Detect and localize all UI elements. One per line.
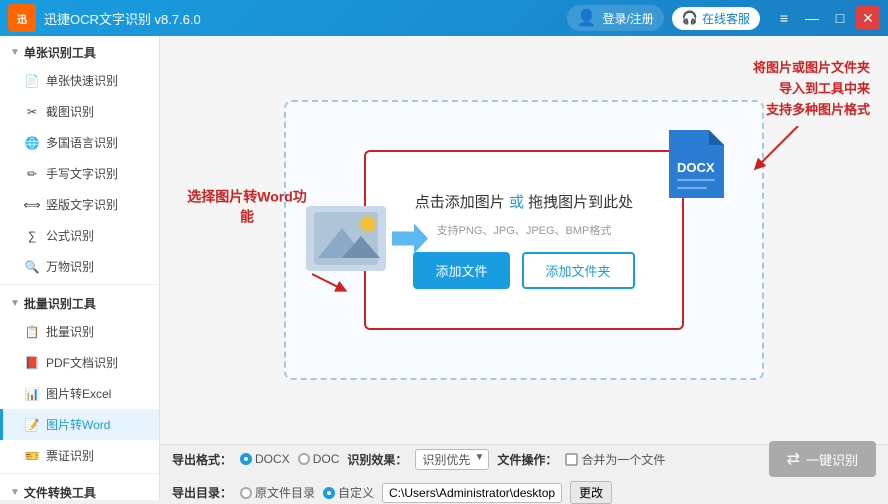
section2-title: 批量识别工具: [24, 295, 96, 312]
globe-icon: 🌐: [24, 135, 40, 151]
batch-icon: 📋: [24, 324, 40, 340]
radio-custom-dot: [323, 487, 335, 499]
app-title: 迅捷OCR文字识别 v8.7.6.0: [44, 9, 567, 28]
one-click-button[interactable]: ⇄ 一键识别: [769, 441, 876, 477]
bottom-bar: 导出格式： DOCX DOC 识别效果： 识别优先 ▼ 文件操作： 合并: [160, 444, 888, 500]
app-logo: 迅: [8, 4, 36, 32]
chevron-down-icon: ▼: [10, 47, 20, 58]
drop-zone-buttons: 添加文件 添加文件夹: [413, 252, 634, 289]
convert-arrow-icon: [392, 224, 428, 257]
pdf-icon: 📕: [24, 355, 40, 371]
docx-preview: DOCX: [669, 130, 724, 201]
sidebar-section-single[interactable]: ▼ 单张识别工具: [0, 36, 159, 65]
sidebar-item-formula[interactable]: ∑ 公式识别: [0, 220, 159, 251]
radio-original-dot: [240, 487, 252, 499]
section1-title: 单张识别工具: [24, 44, 96, 61]
word-icon: 📝: [24, 417, 40, 433]
title-bar: 迅 迅捷OCR文字识别 v8.7.6.0 👤 登录/注册 🎧 在线客服 ≡ — …: [0, 0, 888, 36]
sidebar-section-batch[interactable]: ▼ 批量识别工具: [0, 287, 159, 316]
sidebar-item-ticket[interactable]: 🎫 票证识别: [0, 440, 159, 471]
checkbox-merge[interactable]: 合并为一个文件: [565, 451, 665, 468]
window-controls: ≡ — □ ✕: [772, 6, 880, 30]
text-vertical-icon: ⟺: [24, 197, 40, 213]
menu-icon[interactable]: ≡: [772, 6, 796, 30]
user-login-label: 登录/注册: [602, 10, 653, 27]
radio-docx-dot: [240, 453, 252, 465]
add-file-button[interactable]: 添加文件: [413, 252, 509, 289]
sidebar-item-all[interactable]: 🔍 万物识别: [0, 251, 159, 282]
radio-doc-dot: [298, 453, 310, 465]
service-label: 在线客服: [702, 10, 750, 27]
section3-title: 文件转换工具: [24, 484, 96, 500]
effect-select[interactable]: 识别优先 ▼: [415, 449, 489, 470]
export-row: 导出格式： DOCX DOC 识别效果： 识别优先 ▼ 文件操作： 合并: [172, 441, 876, 477]
user-login-button[interactable]: 👤 登录/注册: [567, 5, 664, 31]
doc-icon: 📄: [24, 73, 40, 89]
divider1: [0, 284, 159, 285]
arrow-left-svg: [312, 269, 352, 299]
radio-original[interactable]: 原文件目录: [240, 484, 315, 501]
file-op-label: 文件操作：: [497, 451, 557, 468]
sidebar-item-handwriting[interactable]: ✏ 手写文字识别: [0, 158, 159, 189]
all-icon: 🔍: [24, 259, 40, 275]
drop-zone-main-text: 点击添加图片 或 拖拽图片到此处: [415, 191, 633, 212]
content-area: 选择图片转Word功能: [160, 36, 888, 500]
sidebar-item-quick[interactable]: 📄 单张快速识别: [0, 65, 159, 96]
divider2: [0, 473, 159, 474]
radio-docx[interactable]: DOCX: [240, 452, 290, 466]
main-content: 选择图片转Word功能: [160, 36, 888, 444]
formula-icon: ∑: [24, 228, 40, 244]
output-label: 导出目录：: [172, 484, 232, 501]
chevron-down-icon3: ▼: [10, 487, 20, 498]
minimize-button[interactable]: —: [800, 6, 824, 30]
effect-label: 识别效果：: [347, 451, 407, 468]
sidebar-section-convert[interactable]: ▼ 文件转换工具: [0, 476, 159, 500]
checkbox-merge-box: [565, 453, 578, 466]
sidebar-item-img2excel[interactable]: 📊 图片转Excel: [0, 378, 159, 409]
main-layout: ▼ 单张识别工具 📄 单张快速识别 ✂ 截图识别 🌐 多国语言识别 ✏ 手写文字…: [0, 36, 888, 500]
online-service-button[interactable]: 🎧 在线客服: [672, 7, 760, 30]
ticket-icon: 🎫: [24, 448, 40, 464]
sidebar-item-pdf[interactable]: 📕 PDF文档识别: [0, 347, 159, 378]
drop-zone-sub-text: 支持PNG、JPG、JPEG、BMP格式: [437, 222, 612, 238]
drop-zone-outer[interactable]: DOCX 点击添加图片 或 拖拽图片到此处 支持PNG、JPG、JPEG、BMP…: [284, 100, 764, 380]
radio-custom[interactable]: 自定义: [323, 484, 374, 501]
sidebar-item-batch[interactable]: 📋 批量识别: [0, 316, 159, 347]
sidebar-item-vertical[interactable]: ⟺ 竖版文字识别: [0, 189, 159, 220]
arrow-right-svg: [748, 126, 808, 176]
change-path-button[interactable]: 更改: [570, 481, 612, 504]
radio-doc[interactable]: DOC: [298, 452, 340, 466]
sidebar-item-img2word[interactable]: 📝 图片转Word: [0, 409, 159, 440]
output-row: 导出目录： 原文件目录 自定义 更改: [172, 481, 876, 504]
scissors-icon: ✂: [24, 104, 40, 120]
annotation-left-text: 选择图片转Word功能: [182, 188, 312, 227]
image-placeholder: [306, 206, 386, 274]
annotation-right-text: 将图片或图片文件夹 导入到工具中来 支持多种图片格式: [753, 58, 870, 120]
sidebar-item-multilang[interactable]: 🌐 多国语言识别: [0, 127, 159, 158]
close-button[interactable]: ✕: [856, 6, 880, 30]
export-label: 导出格式：: [172, 451, 232, 468]
svg-text:DOCX: DOCX: [677, 160, 715, 175]
chevron-down-icon2: ▼: [10, 298, 20, 309]
add-folder-button[interactable]: 添加文件夹: [522, 252, 635, 289]
pen-icon: ✏: [24, 166, 40, 182]
excel-icon: 📊: [24, 386, 40, 402]
maximize-button[interactable]: □: [828, 6, 852, 30]
sidebar: ▼ 单张识别工具 📄 单张快速识别 ✂ 截图识别 🌐 多国语言识别 ✏ 手写文字…: [0, 36, 160, 500]
sidebar-item-screenshot[interactable]: ✂ 截图识别: [0, 96, 159, 127]
